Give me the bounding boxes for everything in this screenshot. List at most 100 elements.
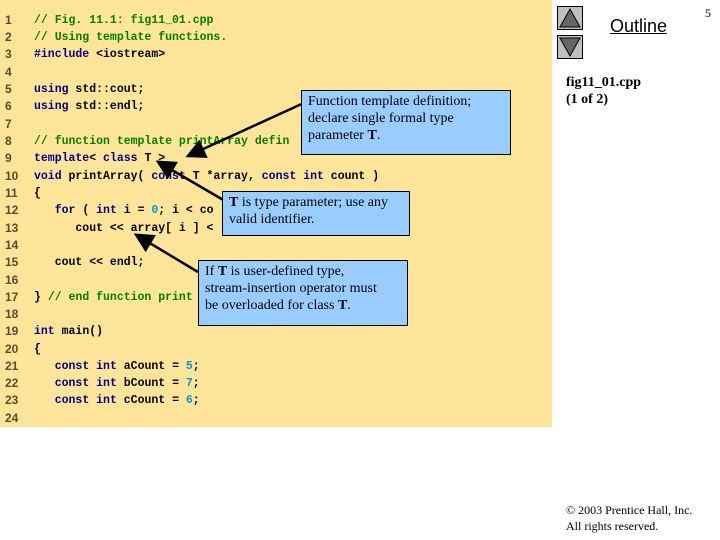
line-number: 15 xyxy=(5,255,19,269)
code-text: cout << endl; xyxy=(34,254,145,271)
code-keyword: class xyxy=(103,152,138,165)
code-token: ; xyxy=(192,360,200,373)
line-number: 2 xyxy=(5,30,12,44)
code-token: i = xyxy=(116,204,152,217)
line-number: 12 xyxy=(5,203,19,217)
code-text: cout << array[ i ] < xyxy=(34,220,213,237)
line-number: 11 xyxy=(5,186,18,200)
page-number: 5 xyxy=(705,6,711,20)
triangle-up-icon xyxy=(559,7,581,28)
code-keyword: #include xyxy=(34,48,90,61)
callout-text: declare single formal type xyxy=(308,111,454,126)
code-token: cout << array[ i ] < xyxy=(34,222,214,235)
code-text: // Using template functions. xyxy=(34,29,227,46)
copyright: © 2003 Prentice Hall, Inc. All rights re… xyxy=(566,502,692,534)
line-number: 4 xyxy=(5,65,12,79)
code-token: ; xyxy=(192,394,200,407)
code-token: count ) xyxy=(323,170,380,183)
code-comment: // function template printArray defin xyxy=(34,135,290,148)
code-token: std::cout; xyxy=(68,83,145,96)
code-token: cout << endl; xyxy=(34,256,145,269)
code-text: const int bCount = 7; xyxy=(34,375,200,392)
code-token: ; xyxy=(192,377,200,390)
code-text: for ( int i = 0; i < co xyxy=(34,202,214,219)
code-text: using std::cout; xyxy=(34,81,144,98)
code-text: const int aCount = 5; xyxy=(34,358,200,375)
code-keyword: using xyxy=(34,83,69,96)
code-comment: // end function print xyxy=(47,291,193,304)
line-number: 8 xyxy=(5,134,12,148)
file-label: fig11_01.cpp (1 of 2) xyxy=(566,74,641,108)
line-number: 6 xyxy=(5,99,12,113)
code-token: <iostream> xyxy=(89,48,166,61)
code-number: 7 xyxy=(185,377,193,390)
code-text: const int cCount = 6; xyxy=(34,392,200,409)
callout-text: . xyxy=(347,298,351,313)
callout-text-bold: T xyxy=(217,264,228,279)
code-token: main() xyxy=(54,325,104,338)
code-number: 5 xyxy=(185,360,193,373)
line-number: 17 xyxy=(5,290,19,304)
line-number: 3 xyxy=(5,47,12,61)
callout-text: . xyxy=(376,128,381,143)
code-keyword: int xyxy=(96,394,117,407)
code-text: } // end function print xyxy=(34,289,193,306)
callout-type-parameter: T is type parameter; use any valid ident… xyxy=(222,191,410,236)
code-token: { xyxy=(34,343,41,356)
callout-text-bold: T xyxy=(337,298,348,313)
code-keyword: void xyxy=(34,170,62,183)
code-keyword: int xyxy=(303,170,324,183)
code-token: std::endl; xyxy=(68,100,145,113)
line-number: 10 xyxy=(5,169,19,183)
line-number: 24 xyxy=(5,411,19,425)
copyright-line-1: © 2003 Prentice Hall, Inc. xyxy=(566,503,693,517)
line-number: 19 xyxy=(5,324,19,338)
code-token: ( xyxy=(75,204,97,217)
code-comment: // Fig. 11.1: fig11_01.cpp xyxy=(34,14,214,27)
line-number: 22 xyxy=(5,376,19,390)
line-number: 14 xyxy=(5,238,19,252)
callout-text: If xyxy=(205,264,218,279)
file-part: (1 of 2) xyxy=(566,92,608,107)
code-keyword: template xyxy=(34,152,90,165)
code-token: } xyxy=(34,291,48,304)
callout-text: valid identifier. xyxy=(229,212,315,227)
callout-user-defined-type: If T is user-defined type, stream-insert… xyxy=(198,260,408,326)
code-keyword: int xyxy=(96,360,117,373)
code-keyword: const xyxy=(261,170,297,183)
callout-text: is type parameter; use any xyxy=(238,195,389,210)
callout-text-bold: T xyxy=(229,195,239,210)
code-text: using std::endl; xyxy=(34,98,144,115)
code-text: { xyxy=(34,185,41,202)
code-text: int main() xyxy=(34,323,103,340)
code-text: template< class T > xyxy=(34,150,165,167)
line-number: 9 xyxy=(5,151,12,165)
line-number: 21 xyxy=(5,359,19,373)
code-keyword: const xyxy=(151,170,186,183)
code-token: { xyxy=(34,187,41,200)
outline-link[interactable]: Outline xyxy=(610,16,667,37)
code-token: < xyxy=(89,152,104,165)
line-number: 7 xyxy=(5,117,12,131)
next-slide-button[interactable] xyxy=(557,35,583,59)
code-text: // Fig. 11.1: fig11_01.cpp xyxy=(34,12,213,29)
code-text: { xyxy=(34,341,41,358)
code-token: aCount = xyxy=(116,360,186,373)
code-text: void printArray( const T *array, const i… xyxy=(34,168,379,185)
line-number: 16 xyxy=(5,273,19,287)
code-keyword: for xyxy=(54,204,76,217)
code-token: cCount = xyxy=(116,394,186,407)
callout-text: Function template definition; xyxy=(308,94,472,109)
callout-text: is user-defined type, xyxy=(227,264,345,279)
code-keyword: int xyxy=(96,204,117,217)
callout-text: stream-insertion operator must xyxy=(205,281,377,296)
code-number: 6 xyxy=(185,394,193,407)
code-keyword: const xyxy=(54,360,90,373)
file-name: fig11_01.cpp xyxy=(566,75,642,90)
code-comment: // Using template functions. xyxy=(34,31,228,44)
previous-slide-button[interactable] xyxy=(557,6,583,30)
code-token: printArray( xyxy=(61,170,152,183)
